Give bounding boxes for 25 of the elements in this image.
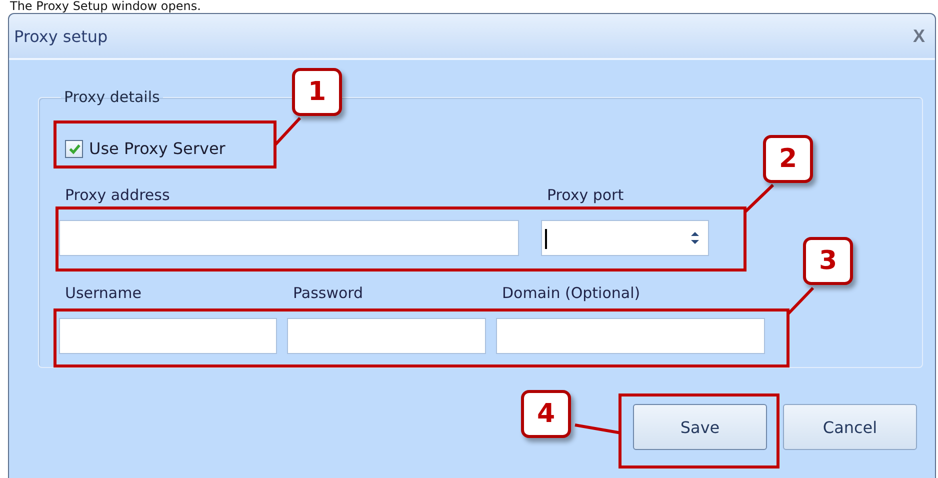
field-label: Password bbox=[292, 284, 364, 304]
callout-badge: 2 bbox=[763, 135, 813, 183]
text-field[interactable] bbox=[496, 318, 765, 354]
field-label: Domain (Optional) bbox=[501, 284, 642, 304]
callout-badge: 3 bbox=[803, 237, 853, 285]
callout-badge: 1 bbox=[292, 68, 342, 116]
up-down-arrows-icon[interactable] bbox=[690, 230, 700, 246]
proxy-address-field[interactable] bbox=[59, 220, 519, 256]
close-button[interactable]: X bbox=[908, 26, 929, 46]
text-field[interactable] bbox=[287, 318, 486, 354]
leader-line bbox=[274, 116, 302, 146]
field-label: Username bbox=[64, 284, 142, 304]
window-title: Proxy setup bbox=[14, 26, 108, 46]
field-label: Proxy address bbox=[64, 186, 171, 206]
caption-text: The Proxy Setup window opens. bbox=[9, 0, 202, 13]
callout-badge: 4 bbox=[521, 390, 571, 438]
save-button[interactable]: Save bbox=[633, 404, 767, 450]
group-title: Proxy details bbox=[63, 88, 161, 106]
leader-line bbox=[574, 424, 622, 434]
field-label: Proxy port bbox=[546, 186, 625, 206]
text-field[interactable] bbox=[59, 318, 277, 354]
checkbox-box[interactable] bbox=[65, 140, 83, 158]
leader-line bbox=[786, 286, 814, 316]
leader-line bbox=[744, 184, 774, 214]
cancel-button[interactable]: Cancel bbox=[783, 404, 917, 450]
